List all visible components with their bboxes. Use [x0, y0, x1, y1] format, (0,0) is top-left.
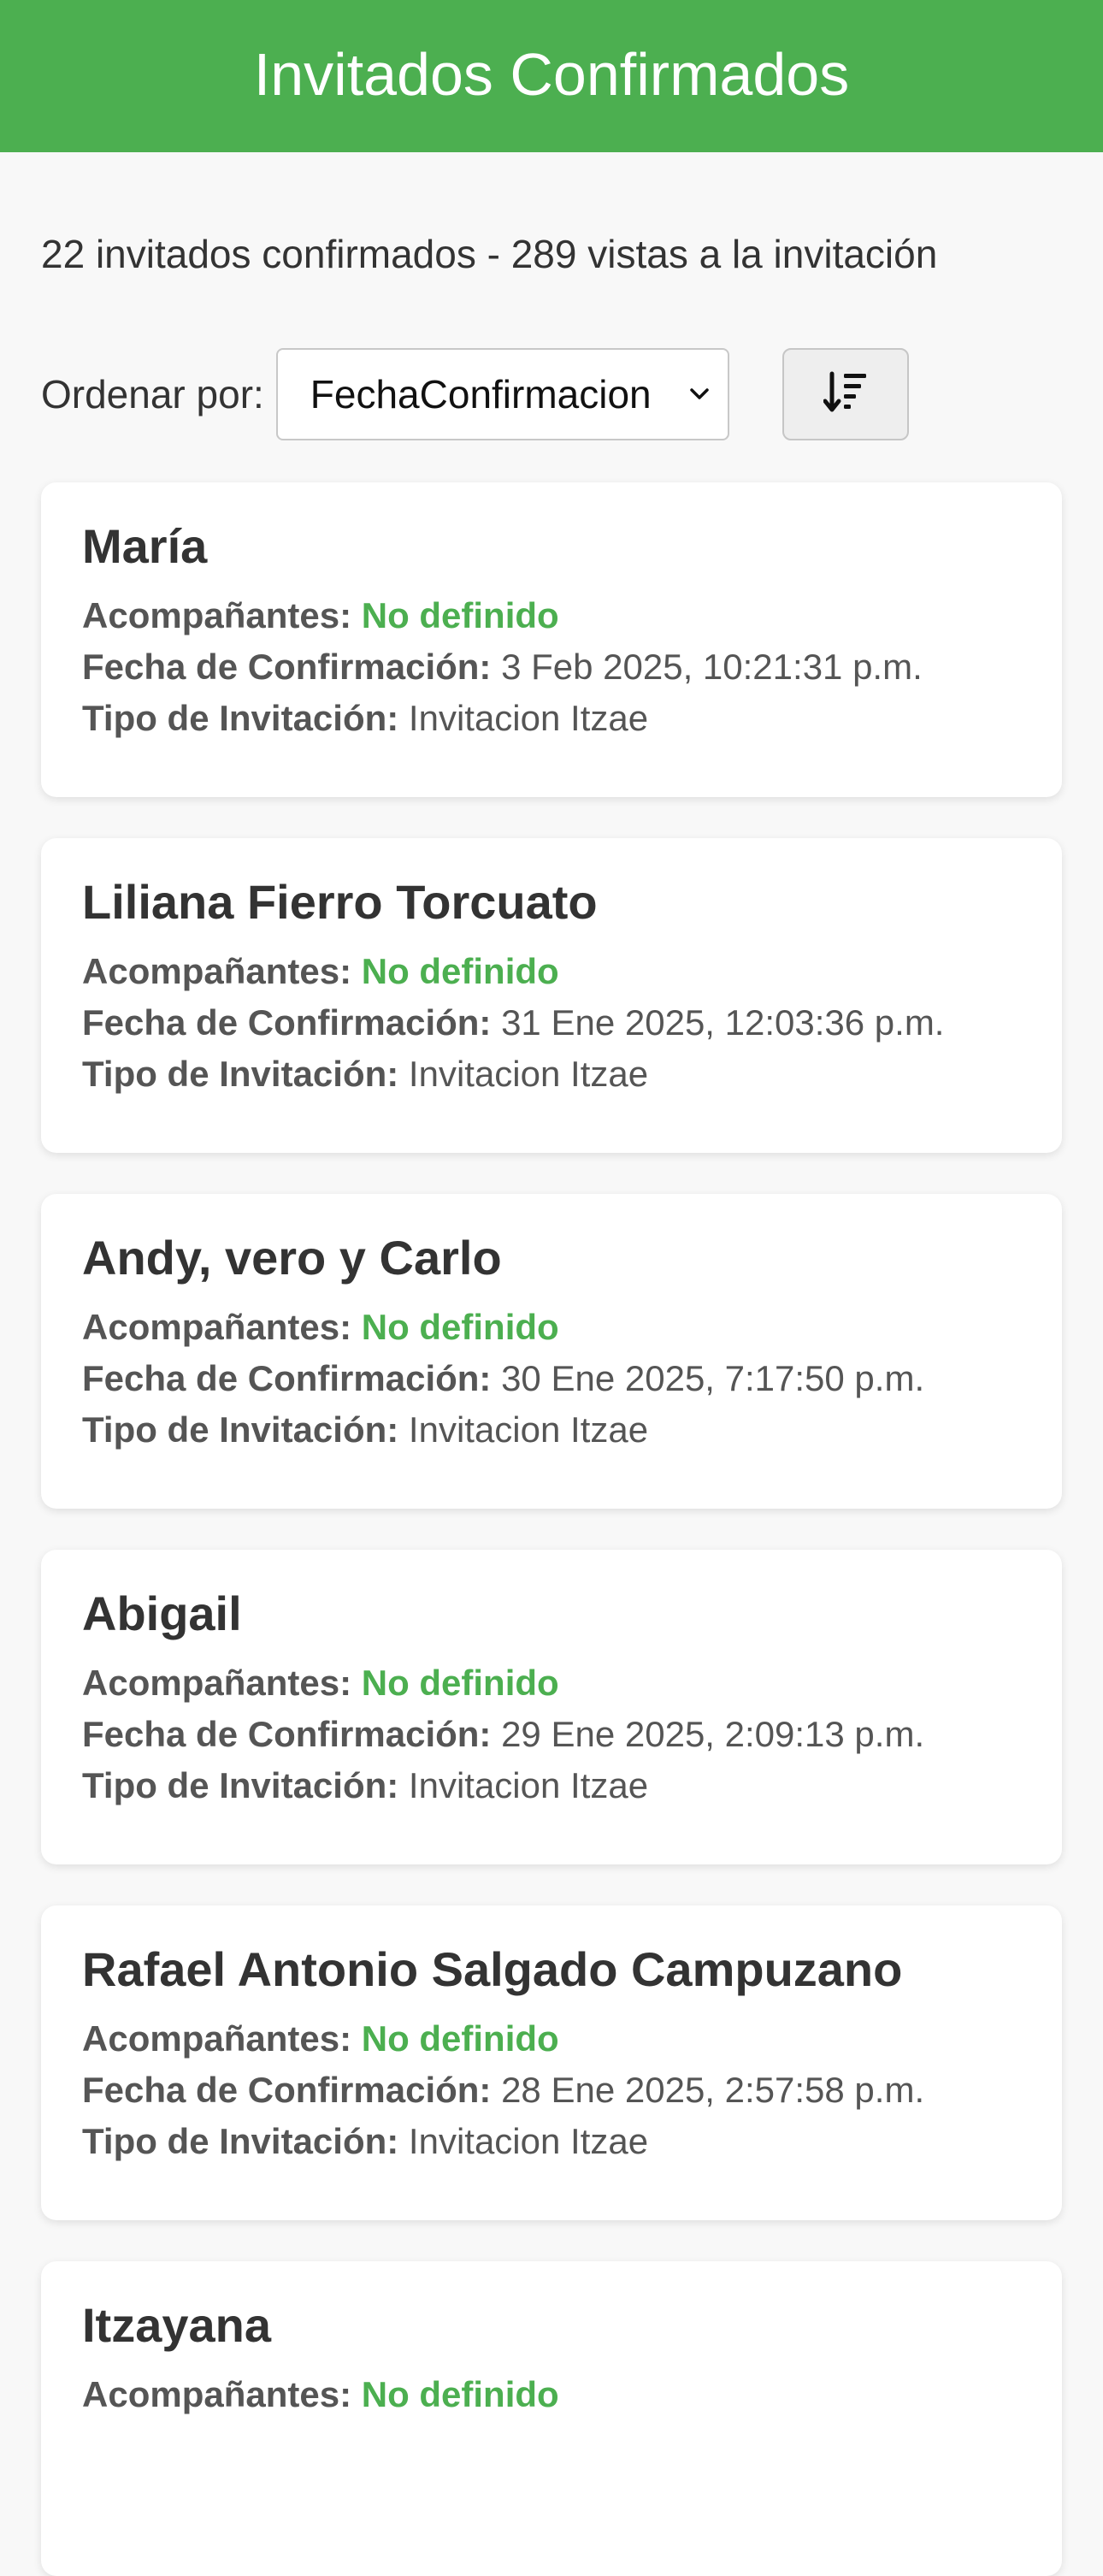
guest-date: Fecha de Confirmación: 31 Ene 2025, 12:0… [82, 997, 1021, 1049]
guest-card: Rafael Antonio Salgado Campuzano Acompañ… [41, 1905, 1062, 2220]
type-label: Tipo de Invitación: [82, 1409, 399, 1450]
sort-label: Ordenar por: [41, 372, 264, 417]
guest-name: Liliana Fierro Torcuato [82, 875, 598, 929]
guest-date: Fecha de Confirmación: 30 Ene 2025, 7:17… [82, 1353, 1021, 1404]
type-label: Tipo de Invitación: [82, 1764, 399, 1805]
guest-card: Itzayana Acompañantes: No definido [41, 2261, 1062, 2576]
companions-value: No definido [361, 2018, 559, 2059]
companions-label: Acompañantes: [82, 1306, 352, 1347]
guest-type: Tipo de Invitación: Invitacion Itzae [82, 1760, 1021, 1811]
date-value: 30 Ene 2025, 7:17:50 p.m. [501, 1357, 925, 1398]
guest-type: Tipo de Invitación: Invitacion Itzae [82, 2116, 1021, 2167]
main-content: 22 invitados confirmados - 289 vistas a … [0, 234, 1103, 2576]
guest-name: Itzayana [82, 2298, 271, 2352]
chevron-down-icon [690, 385, 709, 404]
date-label: Fecha de Confirmación: [82, 1001, 492, 1043]
guest-name: Andy, vero y Carlo [82, 1231, 502, 1285]
guest-date: Fecha de Confirmación: 29 Ene 2025, 2:09… [82, 1709, 1021, 1760]
guest-companions: Acompañantes: No definido [82, 590, 1021, 641]
companions-value: No definido [361, 594, 559, 635]
type-value: Invitacion Itzae [408, 1053, 649, 1094]
type-value: Invitacion Itzae [408, 1409, 649, 1450]
guest-type: Tipo de Invitación: Invitacion Itzae [82, 1049, 1021, 1100]
guest-companions: Acompañantes: No definido [82, 2369, 1021, 2420]
companions-value: No definido [361, 1306, 559, 1347]
sort-select-value: FechaConfirmacion [310, 372, 652, 417]
page-title: Invitados Confirmados [253, 41, 850, 108]
guest-card: Andy, vero y Carlo Acompañantes: No defi… [41, 1194, 1062, 1509]
guest-name: María [82, 519, 208, 573]
date-value: 29 Ene 2025, 2:09:13 p.m. [501, 1713, 925, 1754]
sort-select[interactable]: FechaConfirmacion [275, 348, 729, 440]
date-label: Fecha de Confirmación: [82, 2069, 492, 2110]
guest-companions: Acompañantes: No definido [82, 1657, 1021, 1709]
type-value: Invitacion Itzae [408, 2120, 649, 2161]
guest-card: Abigail Acompañantes: No definido Fecha … [41, 1550, 1062, 1864]
guest-card: Liliana Fierro Torcuato Acompañantes: No… [41, 838, 1062, 1153]
type-label: Tipo de Invitación: [82, 697, 399, 738]
date-label: Fecha de Confirmación: [82, 646, 492, 687]
companions-value: No definido [361, 950, 559, 991]
guest-companions: Acompañantes: No definido [82, 946, 1021, 997]
sort-descending-icon [823, 370, 868, 419]
sort-order-button[interactable] [782, 348, 909, 440]
companions-label: Acompañantes: [82, 2373, 352, 2414]
companions-value: No definido [361, 2373, 559, 2414]
app-header: Invitados Confirmados [0, 0, 1103, 152]
companions-label: Acompañantes: [82, 950, 352, 991]
guest-name: Abigail [82, 1586, 242, 1640]
guest-date: Fecha de Confirmación: 3 Feb 2025, 10:21… [82, 641, 1021, 693]
date-label: Fecha de Confirmación: [82, 1357, 492, 1398]
companions-label: Acompañantes: [82, 594, 352, 635]
companions-value: No definido [361, 1662, 559, 1703]
guest-list: María Acompañantes: No definido Fecha de… [41, 482, 1062, 2576]
type-label: Tipo de Invitación: [82, 1053, 399, 1094]
companions-label: Acompañantes: [82, 1662, 352, 1703]
date-label: Fecha de Confirmación: [82, 1713, 492, 1754]
guest-card: María Acompañantes: No definido Fecha de… [41, 482, 1062, 797]
type-value: Invitacion Itzae [408, 1764, 649, 1805]
date-value: 3 Feb 2025, 10:21:31 p.m. [501, 646, 923, 687]
guest-type: Tipo de Invitación: Invitacion Itzae [82, 1404, 1021, 1456]
companions-label: Acompañantes: [82, 2018, 352, 2059]
guest-summary: 22 invitados confirmados - 289 vistas a … [41, 232, 938, 276]
type-value: Invitacion Itzae [408, 697, 649, 738]
guest-name: Rafael Antonio Salgado Campuzano [82, 1942, 903, 1996]
guest-companions: Acompañantes: No definido [82, 2013, 1021, 2065]
date-value: 28 Ene 2025, 2:57:58 p.m. [501, 2069, 925, 2110]
date-value: 31 Ene 2025, 12:03:36 p.m. [501, 1001, 945, 1043]
guest-date: Fecha de Confirmación: 28 Ene 2025, 2:57… [82, 2065, 1021, 2116]
guest-companions: Acompañantes: No definido [82, 1302, 1021, 1353]
type-label: Tipo de Invitación: [82, 2120, 399, 2161]
sort-controls: Ordenar por: FechaConfirmacion [41, 347, 1062, 441]
guest-type: Tipo de Invitación: Invitacion Itzae [82, 693, 1021, 744]
